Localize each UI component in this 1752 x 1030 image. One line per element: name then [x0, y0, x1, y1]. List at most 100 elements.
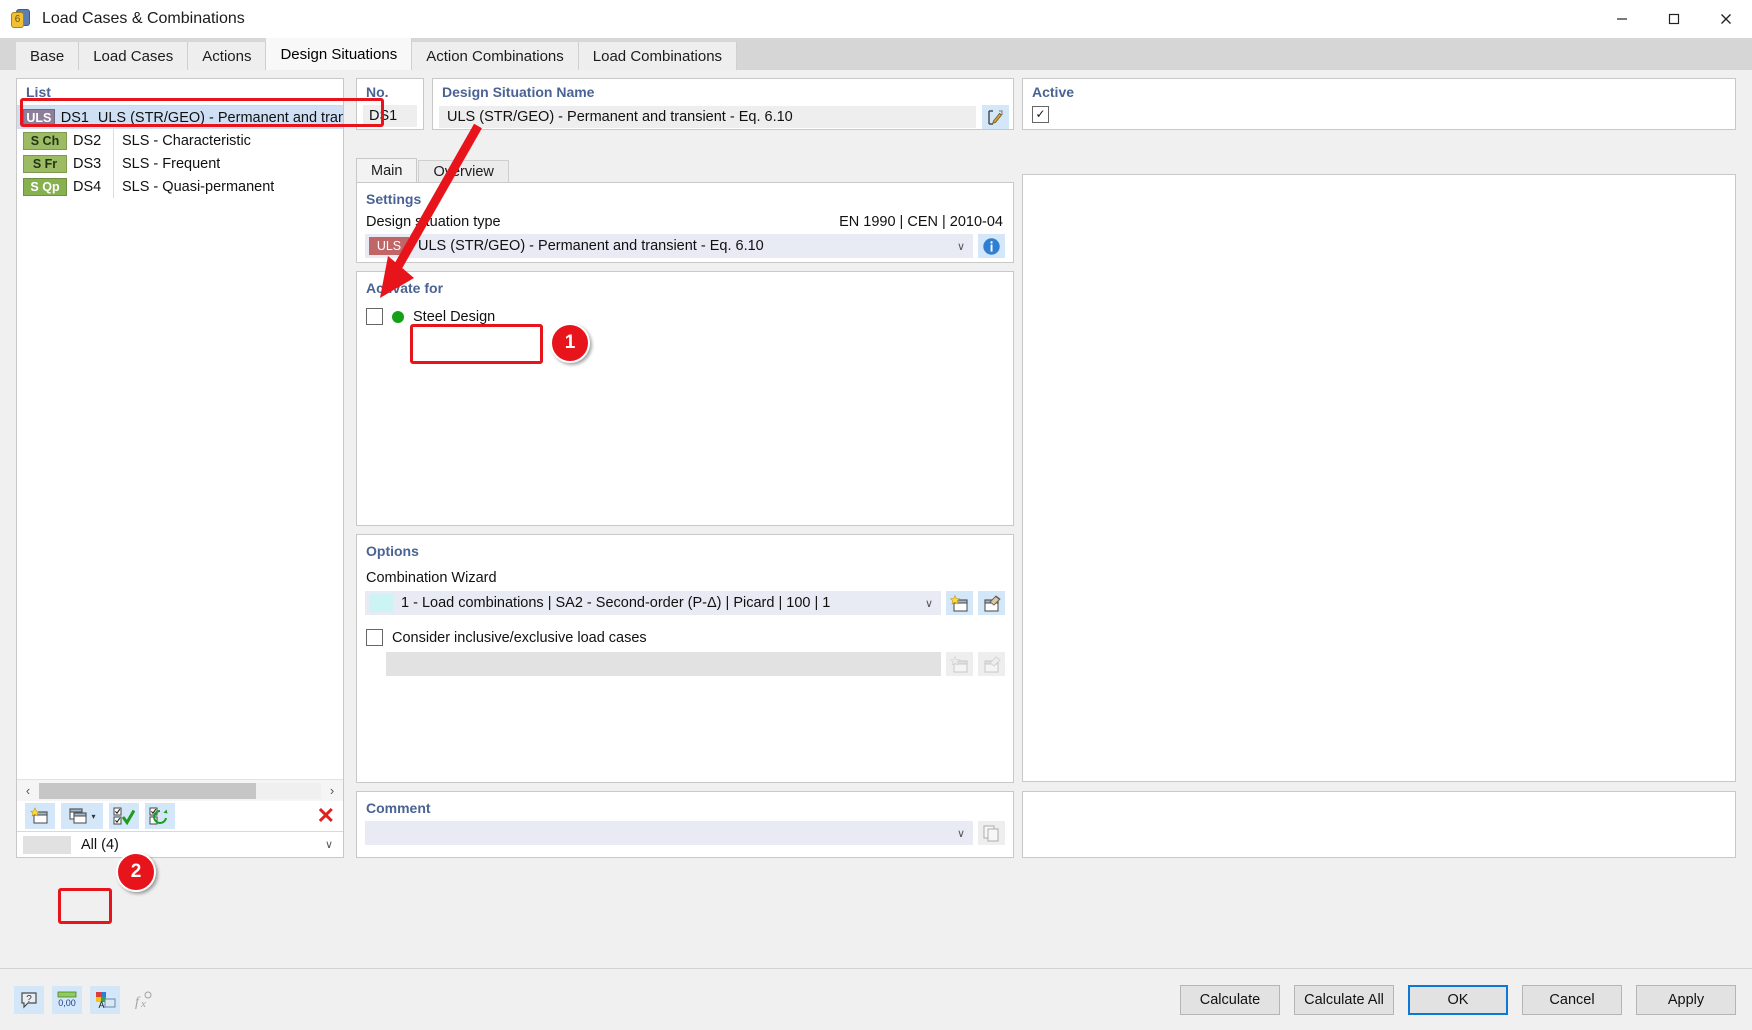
inner-tab-main[interactable]: Main — [356, 158, 418, 182]
info-icon[interactable] — [978, 234, 1005, 258]
delete-icon[interactable]: ✕ — [317, 805, 335, 827]
new-item-icon[interactable] — [25, 803, 55, 829]
list-item[interactable]: ULS DS1 ULS (STR/GEO) - Permanent and tran… — [17, 106, 343, 129]
calculate-all-button[interactable]: Calculate All — [1294, 984, 1394, 1015]
close-button[interactable] — [1700, 0, 1752, 38]
list-item-name: ULS (STR/GEO) - Permanent and transient … — [97, 109, 343, 126]
design-situation-type-value: ULS (STR/GEO) - Permanent and transient … — [418, 238, 764, 254]
scroll-left-arrow-icon[interactable]: ‹ — [17, 780, 39, 802]
colors-icon[interactable]: A — [90, 985, 120, 1014]
dialog-buttons: Calculate Calculate All OK Cancel Apply — [1180, 984, 1736, 1015]
chevron-down-icon[interactable]: ∨ — [325, 838, 333, 851]
no-field-header: No. — [366, 84, 389, 100]
ok-button[interactable]: OK — [1408, 984, 1508, 1015]
chevron-down-icon[interactable]: ∨ — [957, 827, 965, 840]
load-cases-dialog: 6 Load Cases & Combinations Base Load Cas… — [0, 0, 1752, 1030]
design-situation-type-dropdown[interactable]: ULS ULS (STR/GEO) - Permanent and transi… — [365, 234, 973, 258]
list-item[interactable]: S Qp DS4 SLS - Quasi-permanent — [17, 175, 343, 198]
annotation-box-copy-button — [58, 888, 112, 924]
comment-copy-icon[interactable] — [978, 821, 1005, 845]
scroll-track[interactable] — [39, 782, 321, 799]
steel-design-checkbox[interactable] — [366, 308, 383, 325]
comment-input[interactable]: ∨ — [365, 821, 973, 845]
activate-item-steel-design[interactable]: Steel Design — [366, 308, 1013, 325]
tab-design-situations[interactable]: Design Situations — [266, 38, 413, 70]
formula-icon: f x — [128, 986, 158, 1014]
activate-for-title: Activate for — [366, 280, 444, 296]
apply-button[interactable]: Apply — [1636, 984, 1736, 1015]
column-divider — [113, 175, 114, 198]
combination-wizard-dropdown[interactable]: 1 - Load combinations | SA2 - Second-ord… — [365, 591, 941, 615]
active-checkbox[interactable]: ✓ — [1032, 105, 1049, 123]
list-item-badge: S Ch — [23, 131, 67, 150]
settings-panel: Settings Design situation type EN 1990 |… — [356, 182, 1014, 263]
invert-selection-icon[interactable] — [145, 803, 175, 829]
list-item-badge: S Qp — [23, 177, 67, 196]
list-header: List — [17, 79, 343, 106]
minimize-button[interactable] — [1596, 0, 1648, 38]
active-panel: Active ✓ — [1022, 78, 1736, 130]
annotation-callout-2: 2 — [116, 852, 156, 892]
no-field-panel: No. DS1 — [356, 78, 424, 130]
list-rows: ULS DS1 ULS (STR/GEO) - Permanent and tran… — [17, 106, 343, 198]
tabs-container: Base Load Cases Actions Design Situations Ac… — [16, 38, 738, 70]
list-item-number: DS4 — [73, 178, 102, 195]
svg-text:0,00: 0,00 — [58, 998, 76, 1008]
units-icon[interactable]: 0,00 — [52, 985, 82, 1014]
help-icon[interactable]: ? — [14, 985, 44, 1014]
edit-wizard-icon[interactable] — [978, 591, 1005, 615]
chevron-down-icon[interactable]: ∨ — [925, 597, 933, 610]
list-item[interactable]: S Ch DS2 SLS - Characteristic — [17, 129, 343, 152]
design-situation-name-input[interactable]: ULS (STR/GEO) - Permanent and transient … — [439, 106, 976, 128]
list-filter-dropdown[interactable]: All (4) ∨ — [17, 831, 343, 857]
copy-caret-icon[interactable]: ▾ — [91, 812, 95, 821]
design-situation-type-label: Design situation type — [366, 214, 501, 230]
design-situations-list-panel: List ULS DS1 ULS (STR/GEO) - Permanent and… — [16, 78, 344, 858]
no-field-value[interactable]: DS1 — [363, 105, 417, 127]
list-item-number: DS3 — [73, 155, 102, 172]
svg-text:x: x — [140, 998, 146, 1010]
steel-design-label: Steel Design — [413, 308, 496, 325]
edit-name-icon[interactable] — [982, 105, 1009, 129]
check-all-icon[interactable] — [109, 803, 139, 829]
scroll-thumb[interactable] — [39, 782, 256, 799]
list-item-name: SLS - Quasi-permanent — [122, 178, 275, 195]
annotation-callout-1: 1 — [550, 323, 590, 363]
scroll-right-arrow-icon[interactable]: › — [321, 780, 343, 802]
options-panel: Options Combination Wizard 1 - Load comb… — [356, 534, 1014, 783]
cancel-button[interactable]: Cancel — [1522, 984, 1622, 1015]
inner-tab-overview[interactable]: Overview — [418, 160, 509, 182]
list-item-badge: ULS — [23, 108, 55, 127]
list-item-number: DS2 — [73, 132, 102, 149]
tab-action-combinations[interactable]: Action Combinations — [412, 42, 579, 70]
tab-base[interactable]: Base — [16, 42, 80, 70]
window-title: Load Cases & Combinations — [42, 10, 245, 27]
preview-panel — [1022, 174, 1736, 782]
list-item-badge: S Fr — [23, 154, 67, 173]
tab-load-combinations[interactable]: Load Combinations — [578, 42, 738, 70]
tab-actions[interactable]: Actions — [188, 42, 267, 70]
combination-wizard-value: 1 - Load combinations | SA2 - Second-ord… — [401, 595, 831, 611]
filter-swatch — [23, 835, 71, 854]
list-horizontal-scrollbar[interactable]: ‹ › — [17, 779, 343, 801]
column-divider — [89, 106, 90, 129]
calculate-button[interactable]: Calculate — [1180, 984, 1280, 1015]
list-item[interactable]: S Fr DS3 SLS - Frequent — [17, 152, 343, 175]
preview-comment-panel — [1022, 791, 1736, 858]
options-title: Options — [366, 543, 419, 559]
title-bar: 6 Load Cases & Combinations — [0, 0, 1752, 38]
list-item-number: DS1 — [60, 109, 89, 126]
new-wizard-icon[interactable] — [946, 591, 973, 615]
column-divider — [113, 129, 114, 152]
comment-panel: Comment ∨ — [356, 791, 1014, 858]
consider-load-cases-checkbox[interactable] — [366, 629, 383, 646]
tab-load-cases[interactable]: Load Cases — [79, 42, 189, 70]
consider-load-cases-row[interactable]: Consider inclusive/exclusive load cases — [366, 629, 1013, 646]
activate-for-panel: Activate for Steel Design — [356, 271, 1014, 526]
chevron-down-icon[interactable]: ∨ — [957, 240, 965, 253]
copy-item-icon[interactable]: ▾ — [61, 803, 103, 829]
new-relationship-icon — [946, 652, 973, 676]
maximize-button[interactable] — [1648, 0, 1700, 38]
active-header: Active — [1032, 84, 1075, 100]
list-item-name: SLS - Frequent — [122, 155, 221, 172]
